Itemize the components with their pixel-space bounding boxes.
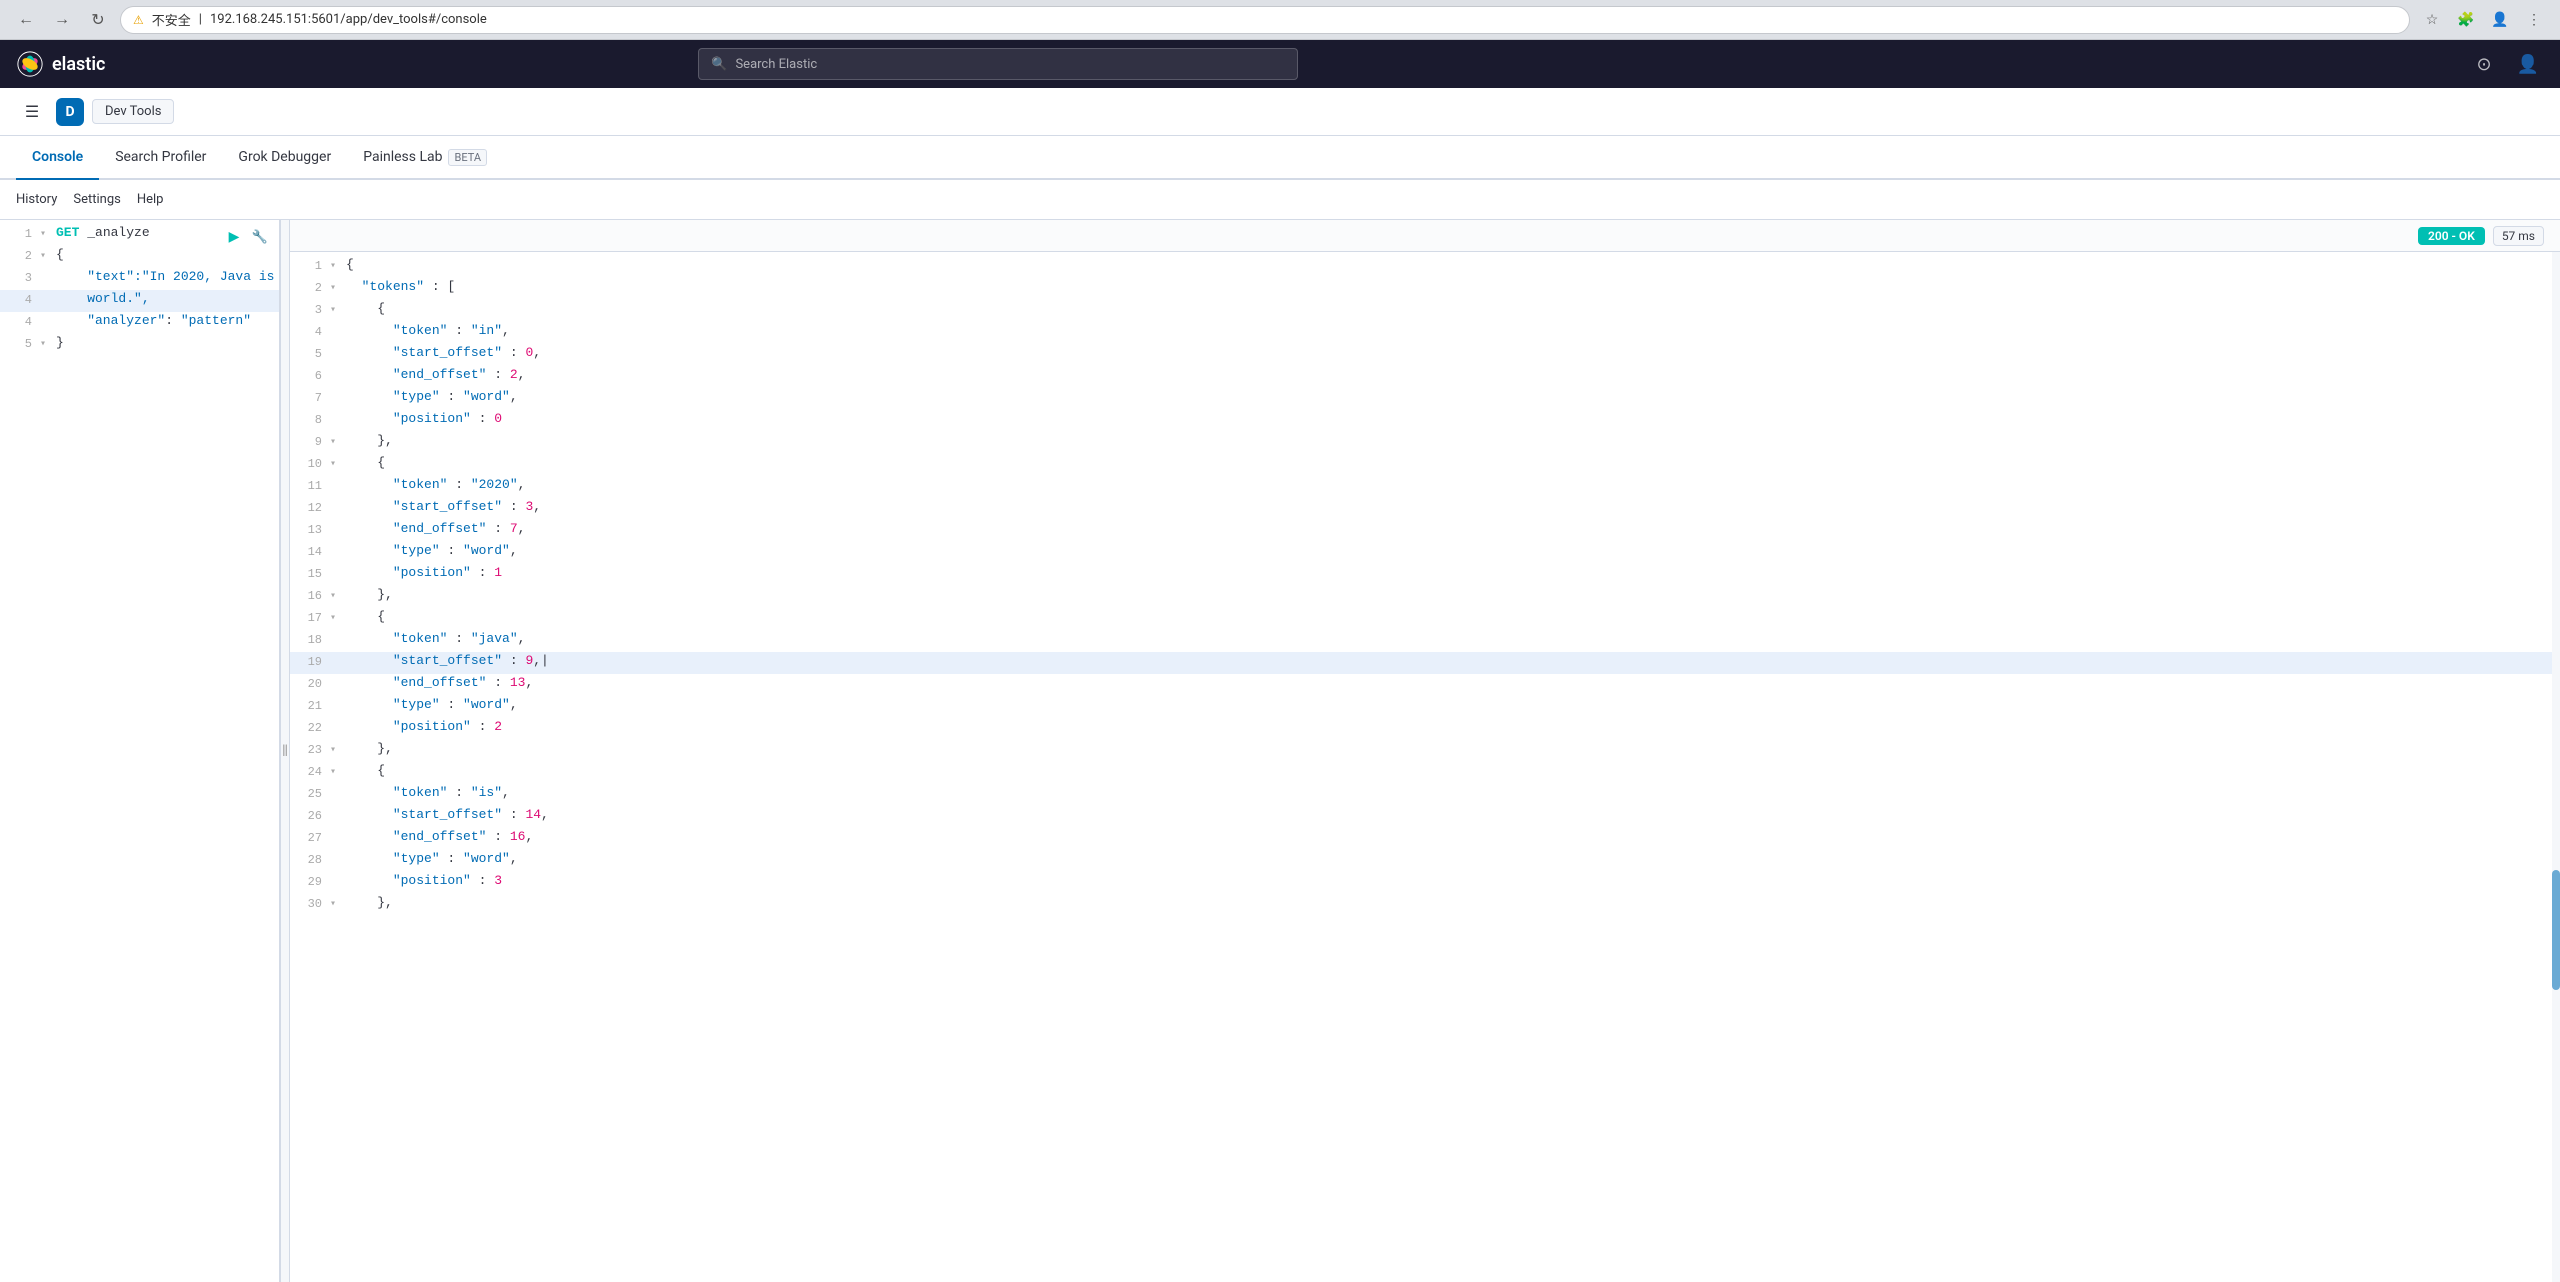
settings-button[interactable]: Settings (73, 192, 120, 207)
header-right: ⊙ 👤 (2468, 48, 2544, 80)
browser-bar: ← → ↻ ⚠ 不安全 | 192.168.245.151:5601/app/d… (0, 0, 2560, 40)
editor-toolbar: ▶ 🔧 (223, 226, 271, 248)
editor-line-4a: 4 world.", (0, 290, 279, 312)
menu-icon[interactable]: ⋮ (2520, 6, 2548, 34)
output-line-19: 19 "start_offset" : 9,| (290, 652, 2560, 674)
output-line-29: 29 "position" : 3 (290, 872, 2560, 894)
output-line-2: 2 ▾ "tokens" : [ (290, 278, 2560, 300)
output-line-22: 22 "position" : 2 (290, 718, 2560, 740)
history-button[interactable]: History (16, 192, 57, 207)
output-line-10: 10 ▾ { (290, 454, 2560, 476)
search-placeholder: Search Elastic (735, 57, 817, 72)
output-line-21: 21 "type" : "word", (290, 696, 2560, 718)
output-line-27: 27 "end_offset" : 16, (290, 828, 2560, 850)
output-line-6: 6 "end_offset" : 2, (290, 366, 2560, 388)
tab-painless-lab[interactable]: Painless Lab BETA (347, 136, 503, 180)
output-line-28: 28 "type" : "word", (290, 850, 2560, 872)
output-line-5: 5 "start_offset" : 0, (290, 344, 2560, 366)
output-line-14: 14 "type" : "word", (290, 542, 2560, 564)
output-line-1: 1 ▾ { (290, 256, 2560, 278)
output-line-4: 4 "token" : "in", (290, 322, 2560, 344)
forward-button[interactable]: → (48, 6, 76, 34)
breadcrumb[interactable]: Dev Tools (92, 99, 174, 124)
security-warning-icon: ⚠ (133, 13, 144, 27)
search-bar-container: 🔍 Search Elastic (698, 48, 1298, 80)
main-content: ▶ 🔧 1 ▾ GET _analyze 2 ▾ { 3 "text":"In … (0, 220, 2560, 1282)
output-line-13: 13 "end_offset" : 7, (290, 520, 2560, 542)
back-button[interactable]: ← (12, 6, 40, 34)
url-warning: 不安全 (152, 10, 191, 29)
output-line-25: 25 "token" : "is", (290, 784, 2560, 806)
output-header: 200 - OK 57 ms (290, 220, 2560, 252)
output-line-30: 30 ▾ }, (290, 894, 2560, 916)
output-line-16: 16 ▾ }, (290, 586, 2560, 608)
output-line-17: 17 ▾ { (290, 608, 2560, 630)
url-text: 192.168.245.151:5601/app/dev_tools#/cons… (210, 12, 487, 27)
tab-search-profiler[interactable]: Search Profiler (99, 136, 222, 180)
run-button[interactable]: ▶ (223, 226, 245, 248)
app-header: elastic 🔍 Search Elastic ⊙ 👤 (0, 40, 2560, 88)
elastic-logo-icon (16, 50, 44, 78)
search-icon: 🔍 (711, 57, 727, 72)
help-button[interactable]: Help (137, 192, 164, 207)
output-line-3: 3 ▾ { (290, 300, 2560, 322)
output-line-11: 11 "token" : "2020", (290, 476, 2560, 498)
time-badge: 57 ms (2493, 226, 2544, 246)
help-icon[interactable]: ⊙ (2468, 48, 2500, 80)
extensions-icon[interactable]: 🧩 (2452, 6, 2480, 34)
output-line-26: 26 "start_offset" : 14, (290, 806, 2560, 828)
editor-panel: ▶ 🔧 1 ▾ GET _analyze 2 ▾ { 3 "text":"In … (0, 220, 280, 1282)
scrollbar[interactable] (2552, 252, 2560, 1282)
output-line-18: 18 "token" : "java", (290, 630, 2560, 652)
status-badge: 200 - OK (2418, 227, 2485, 245)
output-line-15: 15 "position" : 1 (290, 564, 2560, 586)
profile-icon[interactable]: 👤 (2486, 6, 2514, 34)
editor-line-5: 5 ▾ } (0, 334, 279, 356)
output-line-9: 9 ▾ }, (290, 432, 2560, 454)
output-content[interactable]: 1 ▾ { 2 ▾ "tokens" : [ 3 ▾ { 4 "tok (290, 252, 2560, 1282)
user-badge: D (56, 98, 84, 126)
output-panel: 200 - OK 57 ms 1 ▾ { 2 ▾ "tokens" : [ 3 … (290, 220, 2560, 1282)
output-line-8: 8 "position" : 0 (290, 410, 2560, 432)
address-bar[interactable]: ⚠ 不安全 | 192.168.245.151:5601/app/dev_too… (120, 6, 2410, 34)
beta-badge: BETA (448, 149, 487, 166)
elastic-logo[interactable]: elastic (16, 50, 105, 78)
reload-button[interactable]: ↻ (84, 6, 112, 34)
global-search-bar[interactable]: 🔍 Search Elastic (698, 48, 1298, 80)
panel-divider[interactable]: ‖ (280, 220, 290, 1282)
tab-grok-debugger[interactable]: Grok Debugger (222, 136, 347, 180)
tab-console[interactable]: Console (16, 136, 99, 180)
tab-nav: Console Search Profiler Grok Debugger Pa… (0, 136, 2560, 180)
editor-content[interactable]: 1 ▾ GET _analyze 2 ▾ { 3 "text":"In 2020… (0, 220, 279, 1282)
output-line-7: 7 "type" : "word", (290, 388, 2560, 410)
scrollbar-thumb (2552, 870, 2560, 990)
browser-actions: ☆ 🧩 👤 ⋮ (2418, 6, 2548, 34)
output-line-24: 24 ▾ { (290, 762, 2560, 784)
output-line-12: 12 "start_offset" : 3, (290, 498, 2560, 520)
toolbar: History Settings Help (0, 180, 2560, 220)
user-icon[interactable]: 👤 (2512, 48, 2544, 80)
logo-text: elastic (52, 54, 105, 75)
sub-header: ☰ D Dev Tools (0, 88, 2560, 136)
bookmark-icon[interactable]: ☆ (2418, 6, 2446, 34)
output-line-20: 20 "end_offset" : 13, (290, 674, 2560, 696)
editor-line-4b: 4 "analyzer": "pattern" (0, 312, 279, 334)
hamburger-button[interactable]: ☰ (16, 96, 48, 128)
wrench-icon[interactable]: 🔧 (249, 226, 271, 248)
output-line-23: 23 ▾ }, (290, 740, 2560, 762)
editor-line-3: 3 "text":"In 2020, Java is the best lang… (0, 268, 279, 290)
editor-line-2: 2 ▾ { (0, 246, 279, 268)
